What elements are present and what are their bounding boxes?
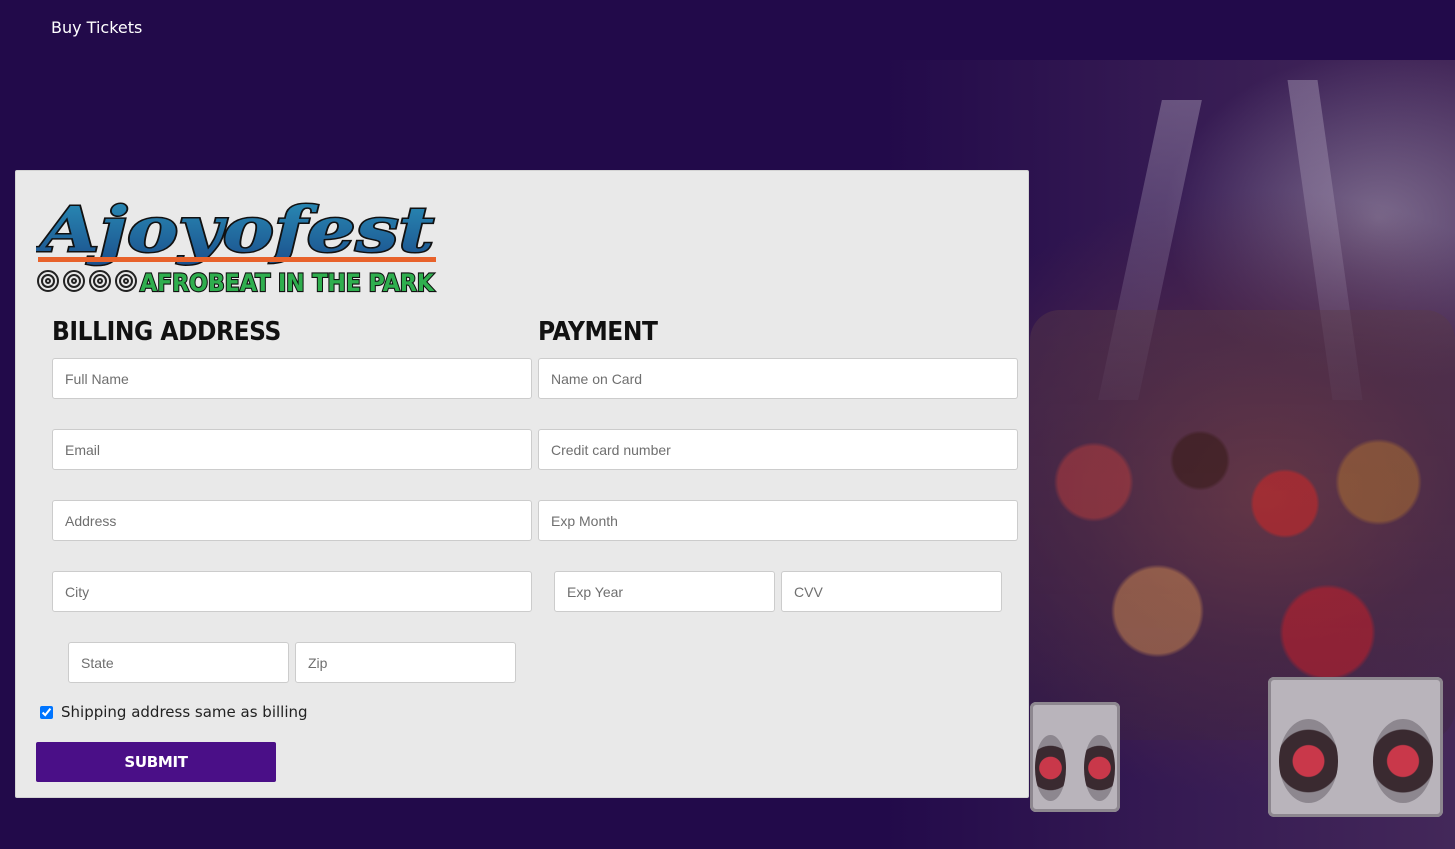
ajoyofest-logo: Ajoyofest AFROBEAT IN THE PARK: [36, 192, 436, 298]
svg-text:Ajoyofest: Ajoyofest: [36, 193, 434, 266]
submit-button[interactable]: SUBMIT: [36, 742, 276, 782]
name-on-card-input[interactable]: [538, 358, 1018, 399]
svg-text:AFROBEAT IN THE PARK: AFROBEAT IN THE PARK: [140, 269, 435, 297]
shipping-same-as-billing[interactable]: Shipping address same as billing: [40, 703, 308, 721]
address-input[interactable]: [52, 500, 532, 541]
cvv-input[interactable]: [781, 571, 1002, 612]
exp-year-input[interactable]: [554, 571, 775, 612]
shipping-same-as-billing-checkbox[interactable]: [40, 705, 53, 719]
exp-month-input[interactable]: [538, 500, 1018, 541]
checkout-form-card: Ajoyofest AFROBEAT IN THE PARK BILLING A…: [15, 170, 1029, 798]
zip-input[interactable]: [295, 642, 516, 683]
state-input[interactable]: [68, 642, 289, 683]
payment-heading: PAYMENT: [538, 317, 658, 347]
billing-address-heading: BILLING ADDRESS: [52, 317, 281, 347]
email-input[interactable]: [52, 429, 532, 470]
shipping-same-as-billing-label: Shipping address same as billing: [61, 703, 308, 721]
buy-tickets-link[interactable]: Buy Tickets: [51, 18, 142, 37]
credit-card-number-input[interactable]: [538, 429, 1018, 470]
full-name-input[interactable]: [52, 358, 532, 399]
city-input[interactable]: [52, 571, 532, 612]
